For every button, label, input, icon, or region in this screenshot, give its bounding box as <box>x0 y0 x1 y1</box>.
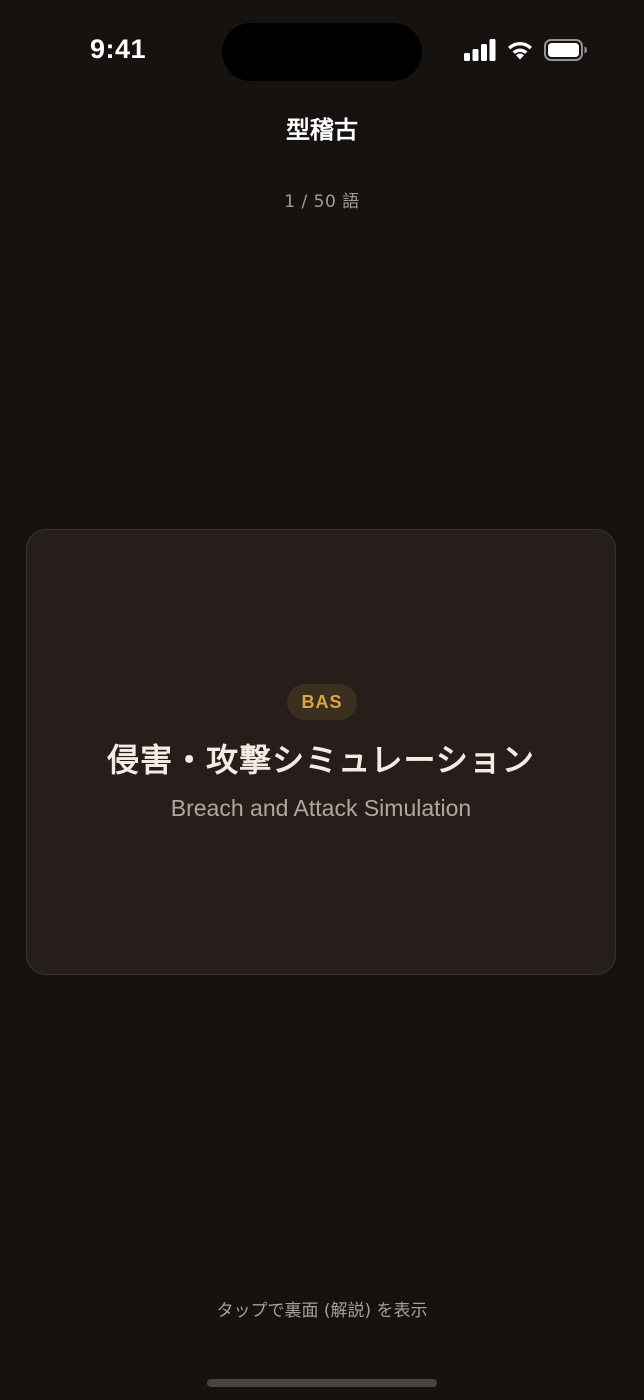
status-time: 9:41 <box>90 34 147 64</box>
dynamic-island <box>222 23 422 81</box>
abbreviation-badge: BAS <box>287 684 357 720</box>
tap-hint: タップで裏面 (解説) を表示 <box>216 1301 428 1321</box>
page-title: 型稽古 <box>286 116 358 144</box>
term-english: Breach and Attack Simulation <box>170 795 472 821</box>
signal-icon <box>464 39 496 65</box>
wifi-icon <box>506 39 534 65</box>
status-icons <box>464 38 588 66</box>
flashcard[interactable]: BAS 侵害・攻撃シミュレーション Breach and Attack Simu… <box>26 529 616 975</box>
battery-icon <box>544 39 588 65</box>
home-indicator[interactable] <box>207 1379 437 1387</box>
word-progress-counter: 1 / 50 語 <box>284 192 360 212</box>
term-japanese: 侵害・攻撃シミュレーション <box>107 741 535 779</box>
